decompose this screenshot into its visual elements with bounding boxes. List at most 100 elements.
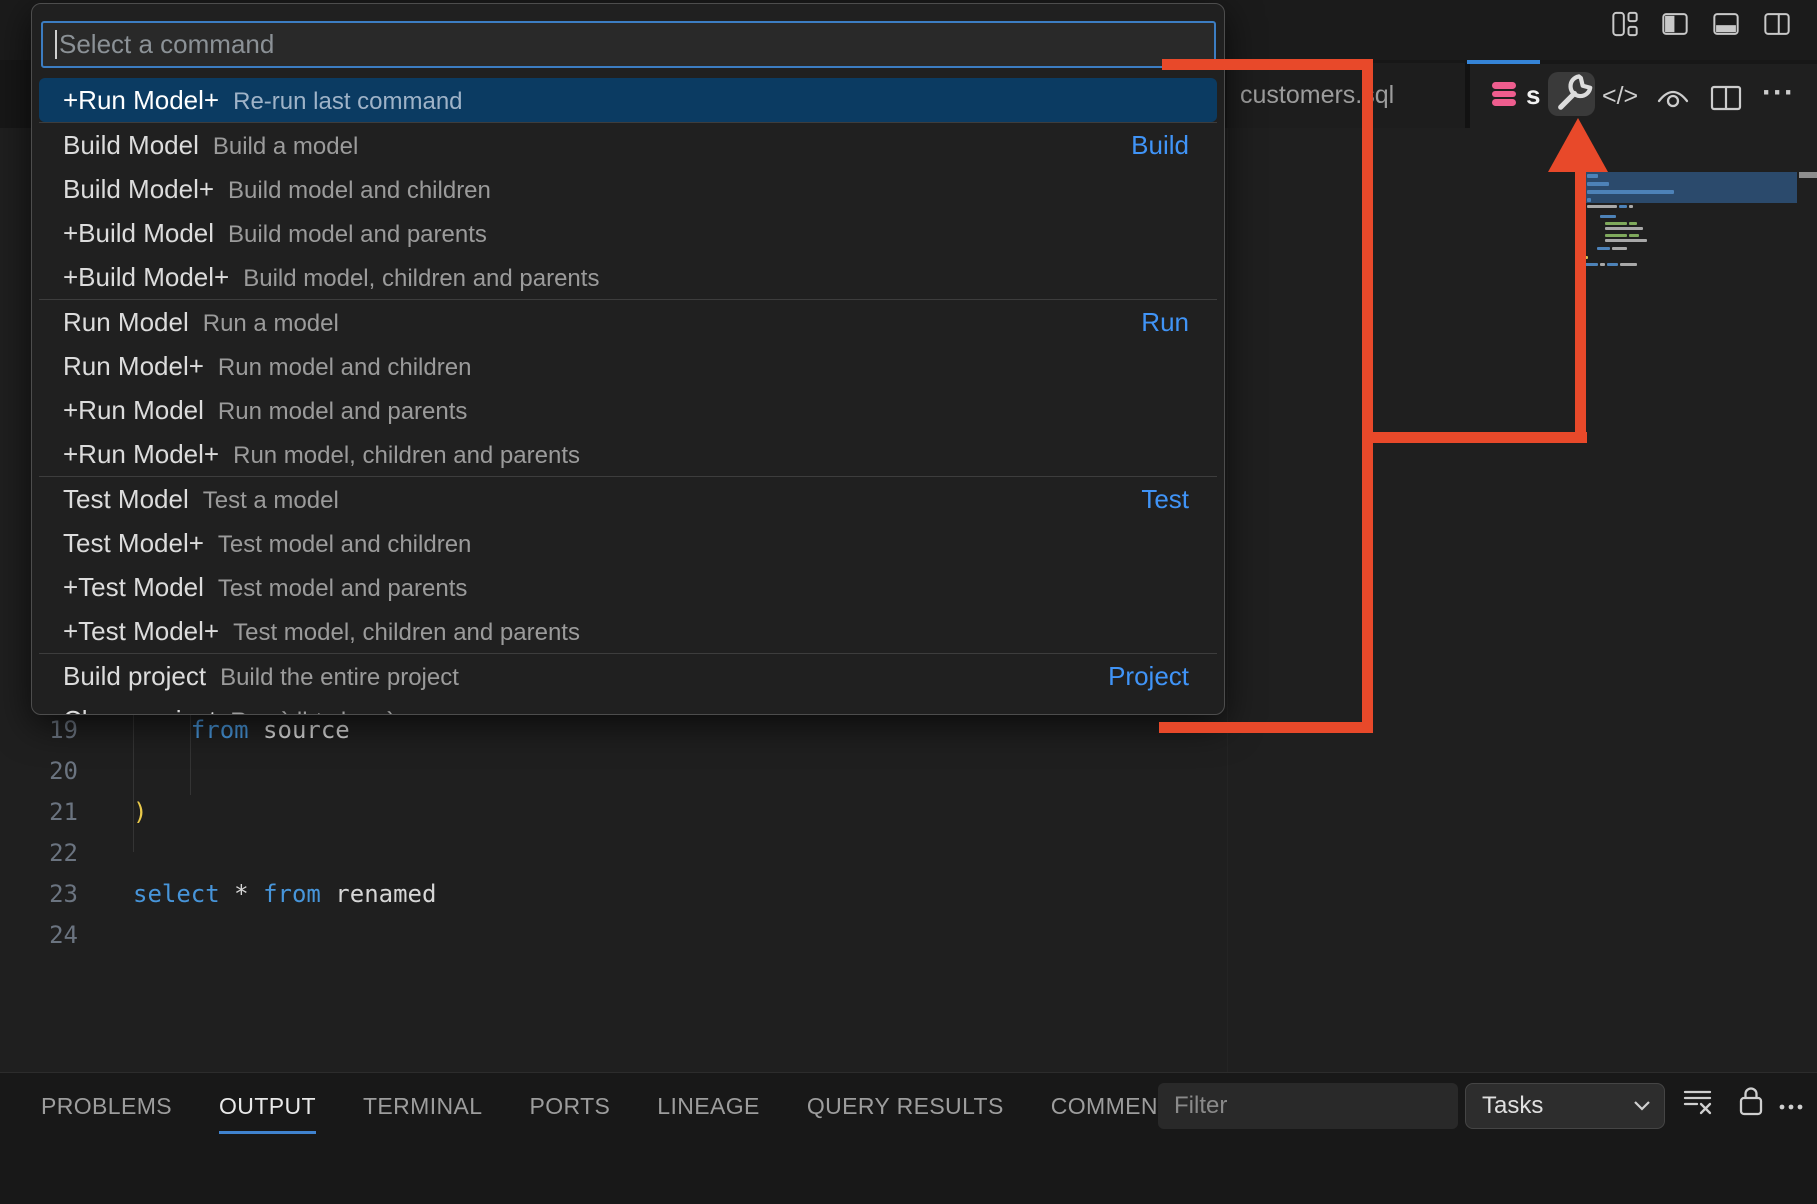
minimap-line <box>1612 247 1627 250</box>
lock-icon[interactable] <box>1737 1084 1765 1118</box>
command-item[interactable]: Build ModelBuild a modelBuild <box>39 123 1217 167</box>
editor-group-divider[interactable] <box>1227 128 1228 1072</box>
scrollbar-handle[interactable] <box>1799 172 1817 178</box>
line-number: 19 <box>0 710 78 751</box>
command-item[interactable]: Clean project Run `dbt clean` <box>39 698 1217 715</box>
command-group-badge: Test <box>1141 477 1189 521</box>
command-description: Run a model <box>203 310 339 337</box>
panel-tab-terminal[interactable]: TERMINAL <box>363 1093 483 1120</box>
minimap-line <box>1605 234 1627 237</box>
command-item[interactable]: Build Model+ Build model and children <box>39 167 1217 211</box>
command-label: +Test Model <box>63 572 204 602</box>
command-item[interactable]: +Build ModelBuild model and parents <box>39 211 1217 255</box>
more-actions-icon[interactable] <box>1776 1103 1808 1111</box>
more-actions-icon[interactable]: ··· <box>1762 76 1795 110</box>
line-number: 23 <box>0 874 78 915</box>
split-editor-icon[interactable] <box>1710 85 1742 111</box>
command-description: Run model, children and parents <box>233 442 580 469</box>
command-label: +Test Model+ <box>63 616 219 646</box>
command-description: Build model and children <box>228 177 491 204</box>
code-line[interactable]: 19 from source <box>0 710 1220 751</box>
minimap-line <box>1605 227 1643 230</box>
code-text <box>78 833 133 874</box>
command-label: Test Model+ <box>63 528 204 558</box>
chevron-down-icon <box>1634 1101 1650 1111</box>
command-item[interactable]: Test Model+ Test model and children <box>39 521 1217 565</box>
minimap-line <box>1619 205 1627 208</box>
line-number: 20 <box>0 751 78 792</box>
minimap-line <box>1629 205 1633 208</box>
command-description: Run model and children <box>218 354 472 381</box>
minimap-line <box>1587 174 1598 178</box>
code-text: ) <box>78 792 147 833</box>
minimap-line <box>1587 205 1617 208</box>
command-item[interactable]: +Run Model+ Re-run last command <box>39 78 1217 122</box>
command-item[interactable]: +Test Model Test model and parents <box>39 565 1217 609</box>
code-text: select * from renamed <box>78 874 436 915</box>
minimap-viewport[interactable] <box>1584 172 1797 203</box>
code-icon[interactable]: </> <box>1602 82 1638 111</box>
command-item[interactable]: +Run ModelRun model and parents <box>39 388 1217 432</box>
command-description: Test model and children <box>218 531 471 558</box>
tasks-dropdown-label: Tasks <box>1482 1092 1543 1119</box>
command-input-placeholder: Select a command <box>59 23 274 66</box>
tasks-dropdown[interactable]: Tasks <box>1465 1083 1665 1129</box>
minimap-line <box>1600 263 1605 266</box>
toggle-panel-icon[interactable] <box>1712 10 1740 38</box>
command-label: Build Model+ <box>63 174 214 204</box>
command-description: Build model and parents <box>228 221 487 248</box>
minimap-line <box>1584 263 1598 266</box>
panel-tab-output[interactable]: OUTPUT <box>219 1093 316 1120</box>
line-number: 21 <box>0 792 78 833</box>
toggle-primary-sidebar-icon[interactable] <box>1661 10 1689 38</box>
wrench-button[interactable] <box>1548 72 1595 116</box>
command-label: Run Model+ <box>63 351 204 381</box>
minimap-line <box>1587 182 1609 186</box>
tab-customers-sql[interactable]: customers.sql <box>1227 63 1465 128</box>
command-group-badge: Project <box>1108 654 1189 698</box>
command-description: Build the entire project <box>220 664 459 691</box>
minimap-line <box>1587 198 1591 202</box>
command-item[interactable]: +Run Model+ Run model, children and paren… <box>39 432 1217 476</box>
command-item[interactable]: Run ModelRun a modelRun <box>39 300 1217 344</box>
code-line[interactable]: 23select * from renamed <box>0 874 1220 915</box>
code-line[interactable]: 20 <box>0 751 1220 792</box>
command-description: Run `dbt clean` <box>230 708 394 715</box>
command-item[interactable]: Build projectBuild the entire projectPro… <box>39 654 1217 698</box>
code-line[interactable]: 24 <box>0 915 1220 956</box>
panel-tab-lineage[interactable]: LINEAGE <box>657 1093 760 1120</box>
command-description: Re-run last command <box>233 88 462 115</box>
command-label: +Run Model <box>63 395 204 425</box>
panel-tab-problems[interactable]: PROBLEMS <box>41 1093 172 1120</box>
command-item[interactable]: Test ModelTest a modelTest <box>39 477 1217 521</box>
customize-layout-icon[interactable] <box>1611 10 1639 38</box>
toggle-secondary-sidebar-icon[interactable] <box>1763 10 1791 38</box>
command-palette: Select a command +Run Model+ Re-run last … <box>31 3 1225 715</box>
line-number: 22 <box>0 833 78 874</box>
command-item[interactable]: Run Model+ Run model and children <box>39 344 1217 388</box>
code-line[interactable]: 21) <box>0 792 1220 833</box>
database-icon <box>1492 82 1516 106</box>
code-text: from source <box>78 710 350 751</box>
command-label: Clean project <box>63 705 216 715</box>
filter-input[interactable]: Filter <box>1158 1083 1458 1129</box>
command-group-badge: Run <box>1141 300 1189 344</box>
command-item[interactable]: +Test Model+Test model, children and par… <box>39 609 1217 653</box>
minimap-line <box>1620 263 1637 266</box>
command-label: +Run Model+ <box>63 439 219 469</box>
command-description: Test model and parents <box>218 575 467 602</box>
minimap-line <box>1605 239 1647 242</box>
panel-tab-ports[interactable]: PORTS <box>529 1093 610 1120</box>
active-tab-indicator <box>1467 60 1540 64</box>
command-group-badge: Build <box>1131 123 1189 167</box>
panel-tab-query-results[interactable]: QUERY RESULTS <box>807 1093 1004 1120</box>
panel-tabs: PROBLEMS OUTPUT TERMINAL PORTS LINEAGE QUERY … <box>41 1073 1188 1139</box>
command-input[interactable]: Select a command <box>41 21 1216 68</box>
command-label: +Run Model+ <box>63 85 219 115</box>
preview-eye-icon[interactable] <box>1656 84 1690 112</box>
command-label: +Build Model+ <box>63 262 229 292</box>
clear-output-icon[interactable] <box>1683 1087 1713 1117</box>
code-line[interactable]: 22 <box>0 833 1220 874</box>
code-text <box>78 751 133 792</box>
command-item[interactable]: +Build Model+Build model, children and p… <box>39 255 1217 299</box>
